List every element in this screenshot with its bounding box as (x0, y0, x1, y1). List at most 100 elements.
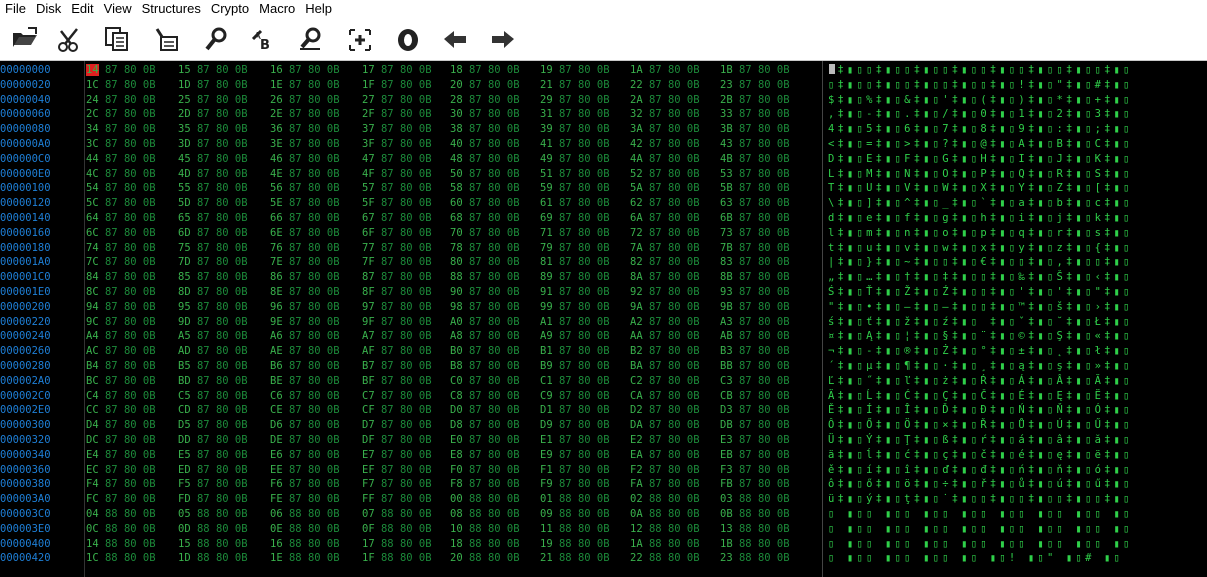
cut-button[interactable] (53, 24, 87, 54)
hex-group[interactable]: C6 87 80 0B (270, 389, 340, 404)
hex-group[interactable]: 22 88 80 0B (630, 551, 700, 566)
hex-group[interactable]: AA 87 80 0B (630, 329, 700, 344)
hex-group[interactable]: 22 87 80 0B (630, 78, 700, 93)
hex-group[interactable]: 24 87 80 0B (86, 93, 156, 108)
hex-group[interactable]: FE 87 80 0B (270, 492, 340, 507)
hex-group[interactable]: 61 87 80 0B (540, 196, 610, 211)
hex-group[interactable]: 6B 87 80 0B (720, 211, 790, 226)
hex-group[interactable]: C8 87 80 0B (450, 389, 520, 404)
hex-group[interactable]: 6E 87 80 0B (270, 226, 340, 241)
hex-group[interactable]: 8F 87 80 0B (362, 285, 432, 300)
hex-group[interactable]: F0 87 80 0B (450, 463, 520, 478)
hex-group[interactable]: 29 87 80 0B (540, 93, 610, 108)
hex-group[interactable]: EB 87 80 0B (720, 448, 790, 463)
hex-group[interactable]: 03 88 80 0B (720, 492, 790, 507)
hex-group[interactable]: EE 87 80 0B (270, 463, 340, 478)
hex-group[interactable]: 50 87 80 0B (450, 167, 520, 182)
hex-group[interactable]: F8 87 80 0B (450, 477, 520, 492)
hex-group[interactable]: 1E 88 80 0B (270, 551, 340, 566)
ascii-column[interactable]: T‡▮▯U‡▮▯V‡▮▯W‡▮▯X‡▮▯Y‡▮▯Z‡▮▯[‡▮▯ (828, 181, 1148, 196)
hex-group[interactable]: 1C 88 80 0B (86, 551, 156, 566)
hex-group[interactable]: F6 87 80 0B (270, 477, 340, 492)
hex-group[interactable]: 6C 87 80 0B (86, 226, 156, 241)
hex-group[interactable]: F3 87 80 0B (720, 463, 790, 478)
hex-group[interactable]: 84 87 80 0B (86, 270, 156, 285)
hex-group[interactable]: 16 88 80 0B (270, 537, 340, 552)
hex-group[interactable]: 8D 87 80 0B (178, 285, 248, 300)
hex-group[interactable]: D4 87 80 0B (86, 418, 156, 433)
hex-group[interactable]: C4 87 80 0B (86, 389, 156, 404)
hex-group[interactable]: B2 87 80 0B (630, 344, 700, 359)
hex-group[interactable]: 5B 87 80 0B (720, 181, 790, 196)
hex-group[interactable]: 55 87 80 0B (178, 181, 248, 196)
hex-group[interactable]: 96 87 80 0B (270, 300, 340, 315)
hex-group[interactable]: 15 87 80 0B (178, 63, 248, 78)
hex-group[interactable]: 3E 87 80 0B (270, 137, 340, 152)
hex-group[interactable]: BD 87 80 0B (178, 374, 248, 389)
ascii-column[interactable]: „‡▮▯…‡▮▯†‡▮▯‡‡▮▯▯‡▮▯‰‡▮▯Š‡▮▯‹‡▮▯ (828, 270, 1148, 285)
hex-group[interactable]: CA 87 80 0B (630, 389, 700, 404)
ascii-column[interactable]: ô‡▮▯ő‡▮▯ö‡▮▯÷‡▮▯ř‡▮▯ů‡▮▯ú‡▮▯ű‡▮▯ (828, 477, 1148, 492)
ascii-column[interactable]: l‡▮▯m‡▮▯n‡▮▯o‡▮▯p‡▮▯q‡▮▯r‡▮▯s‡▮▯ (828, 226, 1148, 241)
hex-group[interactable]: 5A 87 80 0B (630, 181, 700, 196)
hex-group[interactable]: 1A 88 80 0B (630, 537, 700, 552)
hex-group[interactable]: F7 87 80 0B (362, 477, 432, 492)
ascii-column[interactable]: ¤‡▮▯Ą‡▮▯¦‡▮▯§‡▮▯¨‡▮▯©‡▮▯Ş‡▮▯«‡▮▯ (828, 329, 1148, 344)
hex-group[interactable]: 8B 87 80 0B (720, 270, 790, 285)
hex-group[interactable]: 53 87 80 0B (720, 167, 790, 182)
hex-group[interactable]: CE 87 80 0B (270, 403, 340, 418)
ascii-column[interactable]: Ü‡▮▯Ý‡▮▯Ţ‡▮▯ß‡▮▯ŕ‡▮▯á‡▮▯â‡▮▯ă‡▮▯ (828, 433, 1148, 448)
ascii-column[interactable]: ü‡▮▯ý‡▮▯ţ‡▮▯˙‡▮▯▯‡▮▯▯‡▮▯▯‡▮▯▯‡▮▯ (828, 492, 1148, 507)
hex-group[interactable]: 54 87 80 0B (86, 181, 156, 196)
hex-group[interactable]: D6 87 80 0B (270, 418, 340, 433)
hex-group[interactable]: 82 87 80 0B (630, 255, 700, 270)
ascii-column[interactable]: <‡▮▯=‡▮▯>‡▮▯?‡▮▯@‡▮▯A‡▮▯B‡▮▯C‡▮▯ (828, 137, 1148, 152)
hex-group[interactable]: 9A 87 80 0B (630, 300, 700, 315)
hex-group[interactable]: 8E 87 80 0B (270, 285, 340, 300)
hex-group[interactable]: 88 87 80 0B (450, 270, 520, 285)
hex-group[interactable]: 86 87 80 0B (270, 270, 340, 285)
hex-group[interactable]: CC 87 80 0B (86, 403, 156, 418)
hex-group[interactable]: 90 87 80 0B (450, 285, 520, 300)
hex-group[interactable]: 7C 87 80 0B (86, 255, 156, 270)
hex-group[interactable]: 58 87 80 0B (450, 181, 520, 196)
hex-group[interactable]: C7 87 80 0B (362, 389, 432, 404)
hex-group[interactable]: 17 88 80 0B (362, 537, 432, 552)
hex-group[interactable]: 42 87 80 0B (630, 137, 700, 152)
hex-group[interactable]: 09 88 80 0B (540, 507, 610, 522)
menu-disk[interactable]: Disk (31, 1, 66, 17)
hex-group[interactable]: 3D 87 80 0B (178, 137, 248, 152)
hex-group[interactable]: 34 87 80 0B (86, 122, 156, 137)
hex-group[interactable]: 46 87 80 0B (270, 152, 340, 167)
hex-group[interactable]: 31 87 80 0B (540, 107, 610, 122)
hex-group[interactable]: 77 87 80 0B (362, 241, 432, 256)
ascii-column[interactable]: ▯ ▮▯▯ ▮▯▯ ▮▯▯ ▮▯▯ ▮▯▯ ▮▯▯ ▮▯▯ ▮▯ (828, 507, 1148, 522)
hex-group[interactable]: 19 88 80 0B (540, 537, 610, 552)
hex-group[interactable]: D8 87 80 0B (450, 418, 520, 433)
hex-group[interactable]: 05 88 80 0B (178, 507, 248, 522)
menu-file[interactable]: File (0, 1, 31, 17)
hex-group[interactable]: 30 87 80 0B (450, 107, 520, 122)
ascii-column[interactable]: d‡▮▯e‡▮▯f‡▮▯g‡▮▯h‡▮▯i‡▮▯j‡▮▯k‡▮▯ (828, 211, 1148, 226)
hex-group[interactable]: A3 87 80 0B (720, 315, 790, 330)
hex-group[interactable]: 02 88 80 0B (630, 492, 700, 507)
menu-edit[interactable]: Edit (66, 1, 98, 17)
hex-group[interactable]: 63 87 80 0B (720, 196, 790, 211)
ascii-column[interactable]: ▯ ▮▯▯ ▮▯▯ ▮▯▯ ▮▯▯ ▮▯▯ ▮▯▯ ▮▯▯ ▮▯ (828, 537, 1148, 552)
ascii-column[interactable]: ´‡▮▯µ‡▮▯¶‡▮▯·‡▮▯¸‡▮▯ą‡▮▯ş‡▮▯»‡▮▯ (828, 359, 1148, 374)
ascii-column[interactable]: ä‡▮▯ĺ‡▮▯ć‡▮▯ç‡▮▯č‡▮▯é‡▮▯ę‡▮▯ë‡▮▯ (828, 448, 1148, 463)
hex-group[interactable]: 14 87 80 0B (86, 63, 156, 78)
hex-group[interactable]: 1E 87 80 0B (270, 78, 340, 93)
hex-group[interactable]: 16 87 80 0B (270, 63, 340, 78)
hex-group[interactable]: BA 87 80 0B (630, 359, 700, 374)
menu-crypto[interactable]: Crypto (206, 1, 254, 17)
hex-group[interactable]: 44 87 80 0B (86, 152, 156, 167)
hex-group[interactable]: 57 87 80 0B (362, 181, 432, 196)
hex-group[interactable]: 49 87 80 0B (540, 152, 610, 167)
hex-group[interactable]: CD 87 80 0B (178, 403, 248, 418)
hex-group[interactable]: 65 87 80 0B (178, 211, 248, 226)
hex-group[interactable]: B6 87 80 0B (270, 359, 340, 374)
hex-group[interactable]: 5F 87 80 0B (362, 196, 432, 211)
hex-group[interactable]: 0E 88 80 0B (270, 522, 340, 537)
hex-group[interactable]: 89 87 80 0B (540, 270, 610, 285)
